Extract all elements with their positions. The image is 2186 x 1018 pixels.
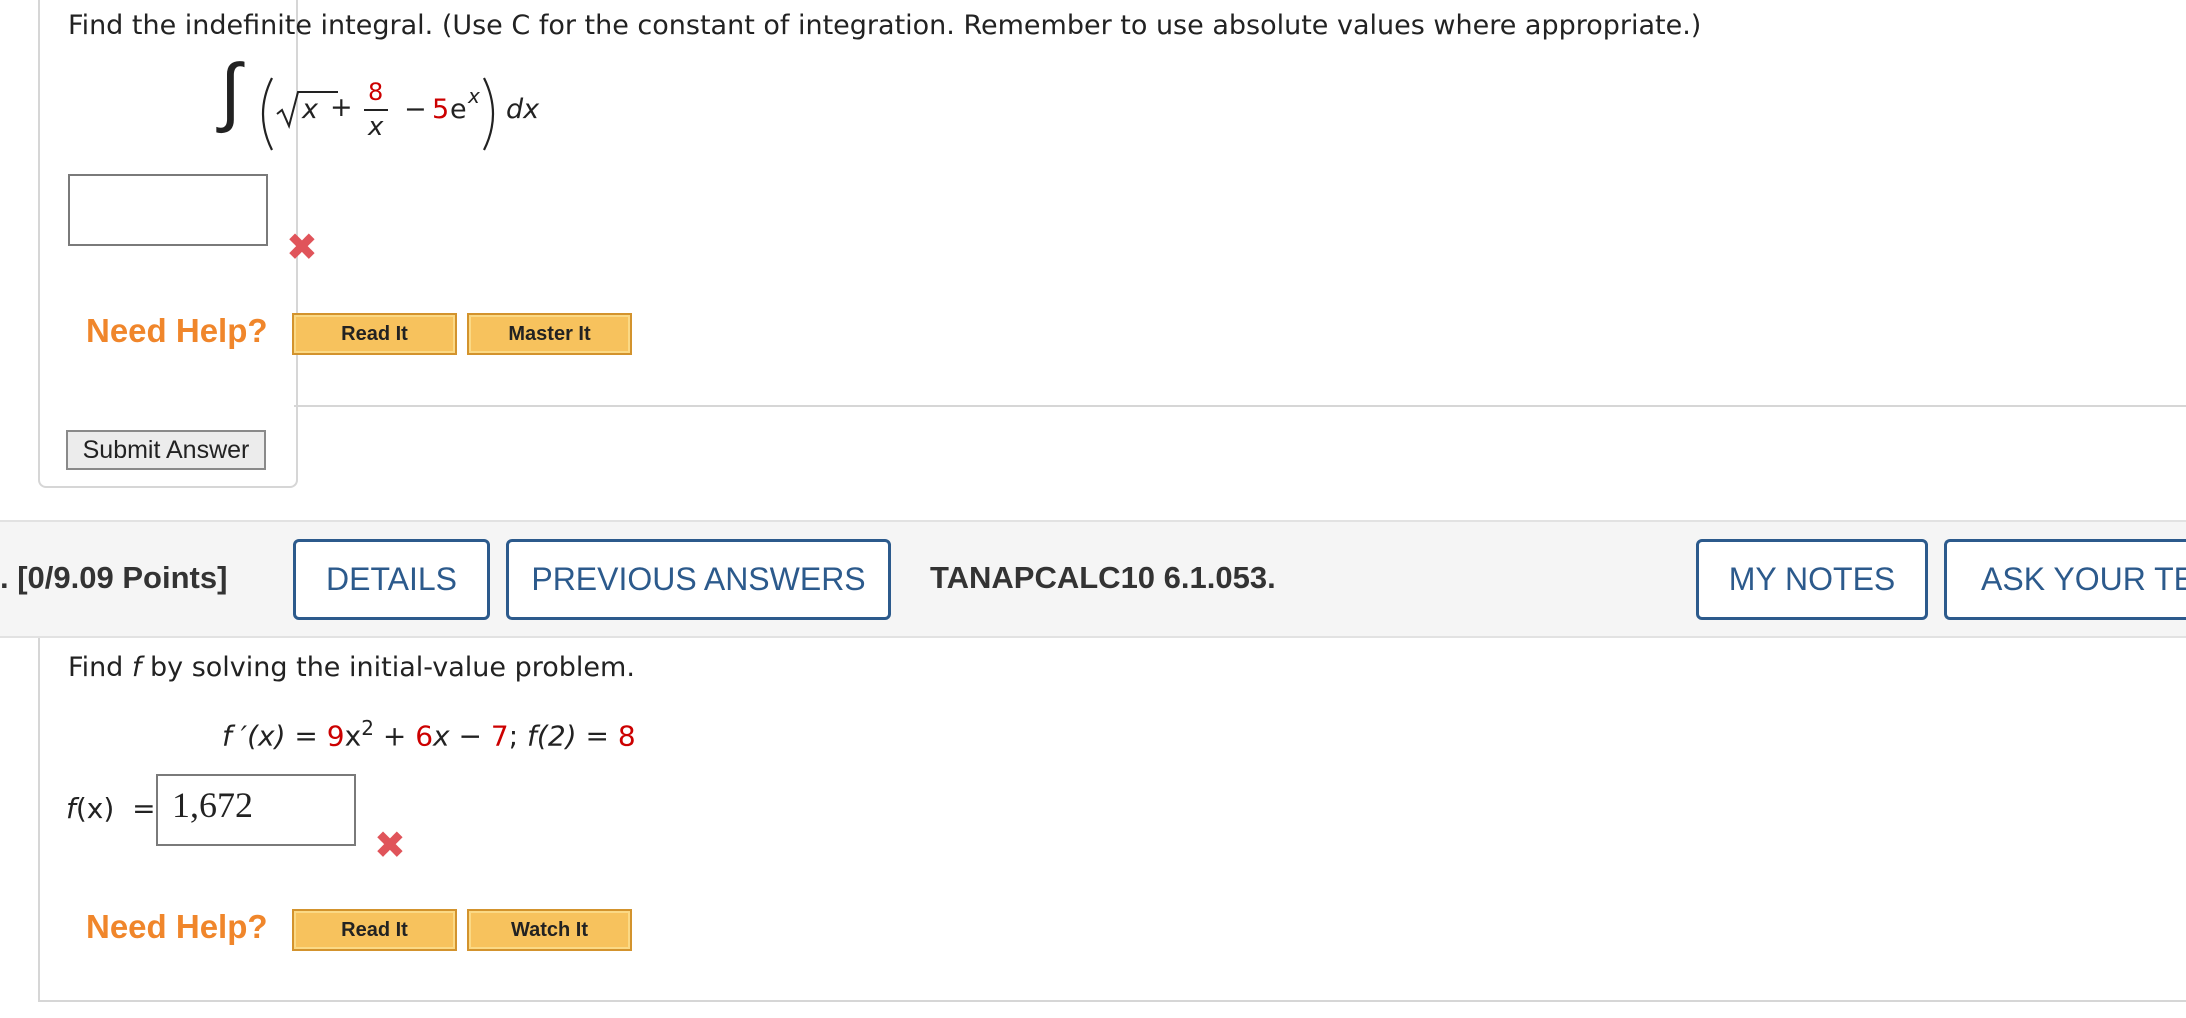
incorrect-x-icon: ✖: [286, 225, 318, 269]
coefficient: 5: [432, 94, 450, 125]
integral-expression: ∫ x + 8 x − 5 e x dx: [220, 46, 560, 156]
plus-sign: +: [330, 92, 353, 123]
condition-lhs: f(2) =: [527, 719, 618, 753]
read-it-button[interactable]: Read It: [292, 909, 457, 951]
question-1-prompt: Find the indefinite integral. (Use C for…: [68, 10, 1702, 41]
answer-label: f(x) =: [66, 792, 156, 825]
equation-lhs: f ′(x) =: [222, 719, 327, 753]
answer-input-2[interactable]: 1,672: [156, 774, 356, 846]
question-2-prompt: Find f by solving the initial-value prob…: [68, 652, 635, 683]
exponent: 2: [361, 716, 374, 740]
need-help-label: Need Help?: [86, 908, 268, 945]
details-button[interactable]: DETAILS: [293, 539, 490, 620]
condition-value: 8: [617, 719, 636, 753]
constant-term: 7: [490, 719, 509, 753]
fraction-numerator: 8: [368, 78, 384, 106]
panel-divider: [294, 405, 2186, 407]
exponent: x: [468, 84, 480, 108]
need-help-label: Need Help?: [86, 312, 268, 349]
ask-your-teacher-button[interactable]: ASK YOUR TEA: [1944, 539, 2186, 620]
my-notes-button[interactable]: MY NOTES: [1696, 539, 1928, 620]
points-label: . [0/9.09 Points]: [0, 560, 228, 595]
answer-value: 1,672: [172, 785, 253, 825]
radicand: x: [302, 94, 318, 125]
watch-it-button[interactable]: Watch It: [467, 909, 632, 951]
submit-answer-button[interactable]: Submit Answer: [66, 430, 266, 470]
right-paren: [483, 77, 494, 151]
initial-value-equation: f ′(x) = 9x2 + 6x − 7; f(2) = 8: [222, 716, 636, 753]
coefficient-1: 9: [326, 719, 345, 753]
integral-sign: ∫: [220, 46, 241, 135]
left-paren: [262, 77, 273, 151]
minus-sign: −: [404, 94, 427, 125]
incorrect-x-icon: ✖: [374, 823, 406, 867]
exp-base: e: [450, 94, 467, 125]
previous-answers-button[interactable]: PREVIOUS ANSWERS: [506, 539, 891, 620]
answer-input-1[interactable]: [68, 174, 268, 246]
fraction-denominator: x: [368, 112, 384, 142]
master-it-button[interactable]: Master It: [467, 313, 632, 355]
read-it-button[interactable]: Read It: [292, 313, 457, 355]
fraction-bar: [364, 109, 388, 111]
problem-id: TANAPCALC10 6.1.053.: [930, 560, 1276, 595]
differential: dx: [506, 94, 540, 125]
coefficient-2: 6: [415, 719, 434, 753]
function-var: f: [131, 652, 142, 683]
